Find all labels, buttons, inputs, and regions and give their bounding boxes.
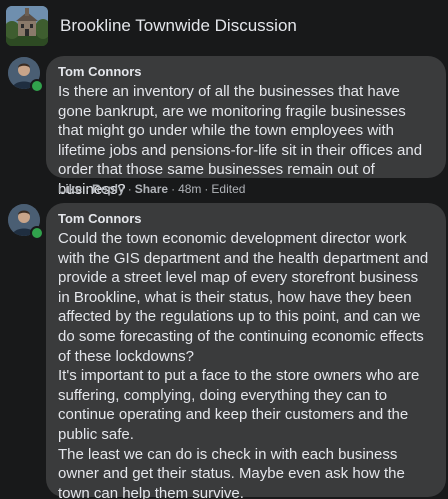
like-button[interactable]: Like bbox=[58, 182, 82, 196]
online-status-indicator bbox=[30, 226, 44, 240]
comment-bubble: Tom Connors Is there an inventory of all… bbox=[46, 56, 446, 198]
separator: · bbox=[171, 182, 176, 196]
group-title[interactable]: Brookline Townwide Discussion bbox=[60, 16, 297, 36]
comment-author[interactable]: Tom Connors bbox=[58, 210, 434, 227]
share-button[interactable]: Share bbox=[135, 182, 168, 196]
comment-timestamp[interactable]: 48m bbox=[178, 182, 201, 196]
comment-actions: Like · Reply · Share · 48m · Edited bbox=[58, 182, 245, 196]
reply-button[interactable]: Reply bbox=[92, 182, 125, 196]
online-status-indicator bbox=[30, 79, 44, 93]
comment-author[interactable]: Tom Connors bbox=[58, 63, 434, 80]
comment-thread: Brookline Townwide Discussion Tom Connor… bbox=[0, 0, 448, 499]
group-header: Brookline Townwide Discussion bbox=[0, 0, 448, 52]
separator: · bbox=[204, 182, 209, 196]
comment-text: Could the town economic development dire… bbox=[58, 230, 429, 499]
comment-bubble: Tom Connors Could the town economic deve… bbox=[46, 203, 446, 499]
group-thumbnail[interactable] bbox=[6, 6, 48, 46]
building-icon bbox=[6, 6, 48, 46]
edited-label[interactable]: Edited bbox=[211, 182, 245, 196]
separator: · bbox=[85, 182, 90, 196]
separator: · bbox=[127, 182, 132, 196]
